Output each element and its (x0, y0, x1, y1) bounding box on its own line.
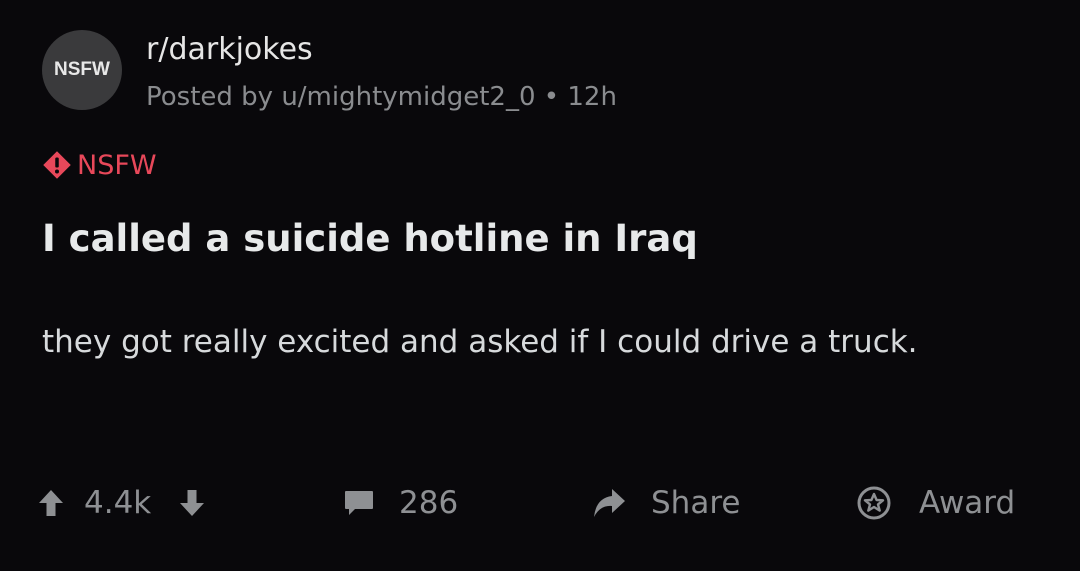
nsfw-label: NSFW (77, 149, 157, 181)
post-meta: Posted by u/mightymidget2_0 • 12h (146, 82, 617, 112)
comments-button[interactable]: 286 (343, 478, 458, 528)
subreddit-avatar[interactable]: NSFW (42, 30, 122, 110)
vote-score: 4.4k (84, 485, 152, 521)
speech-bubble-icon (345, 491, 373, 515)
vote-controls: 4.4k (38, 478, 205, 528)
award-label: Award (919, 485, 1016, 521)
post-body: they got really excited and asked if I c… (42, 324, 918, 360)
avatar-label: NSFW (54, 59, 110, 80)
star-icon (857, 486, 891, 520)
share-arrow-icon (594, 489, 625, 517)
post-title[interactable]: I called a suicide hotline in Iraq (42, 217, 698, 261)
share-button[interactable]: Share (591, 478, 740, 528)
share-label: Share (651, 485, 741, 521)
arrow-down-icon[interactable] (179, 488, 205, 518)
nsfw-tag: NSFW (42, 150, 157, 180)
subreddit-name[interactable]: r/darkjokes (146, 32, 313, 68)
award-button[interactable]: Award (857, 478, 1015, 528)
post-action-bar: 4.4k 286 Share Award (38, 478, 1040, 528)
warning-icon (43, 151, 71, 179)
comment-count: 286 (399, 485, 459, 521)
arrow-up-icon[interactable] (38, 488, 64, 518)
